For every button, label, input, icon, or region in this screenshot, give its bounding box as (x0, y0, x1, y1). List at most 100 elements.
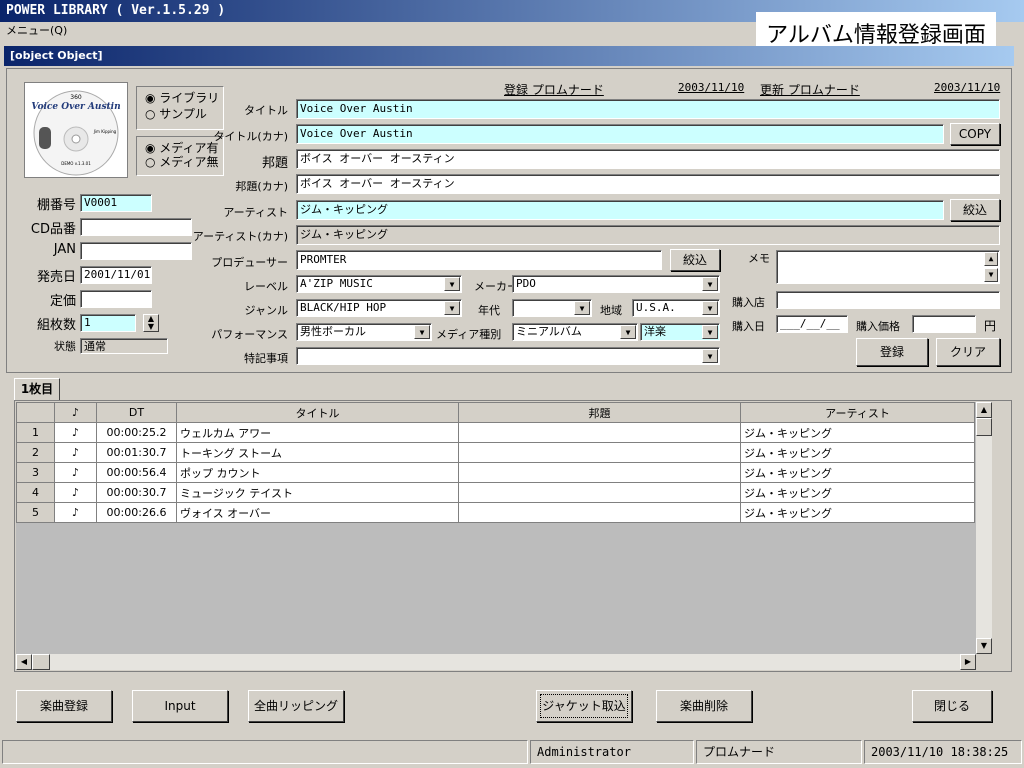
producer-narrow-button[interactable]: 絞込 (670, 249, 720, 271)
row-number: 1 (16, 422, 55, 443)
shop-label: 購入店 (732, 296, 765, 309)
chevron-down-icon[interactable]: ▼ (702, 301, 718, 315)
era-select[interactable]: ▼ (512, 299, 592, 317)
cell-jp-title (458, 482, 741, 503)
shelf-no-label: 棚番号 (36, 198, 76, 213)
disc-count-input[interactable]: 1 (80, 314, 136, 332)
status-datetime: 2003/11/10 18:38:25 (864, 740, 1022, 764)
scroll-down-icon[interactable]: ▼ (976, 638, 992, 654)
cd-no-input[interactable] (80, 218, 192, 236)
title-kana-label: タイトル(カナ) (213, 130, 288, 143)
disc-count-spinner[interactable]: ▲ ▼ (143, 314, 159, 332)
updated-date: 2003/11/10 (934, 81, 1001, 94)
shop-input[interactable] (776, 291, 1000, 309)
register-button[interactable]: 登録 (856, 338, 928, 366)
chevron-down-icon[interactable]: ▼ (444, 301, 460, 315)
jp-title-input[interactable]: ボイス オーバー オースティン (296, 149, 1000, 169)
media-type-label: メディア種別 (436, 328, 502, 341)
chevron-down-icon[interactable]: ▼ (702, 277, 718, 291)
track-grid: ♪ DT タイトル 邦題 アーティスト 1 ♪ 00:00:25.2 ウェルカム… (16, 402, 976, 656)
table-row[interactable]: 5 ♪ 00:00:26.6 ヴォイス オーバー ジム・キッピング (16, 502, 975, 523)
title-input[interactable]: Voice Over Austin (296, 99, 1000, 119)
table-row[interactable]: 2 ♪ 00:01:30.7 トーキング ストーム ジム・キッピング (16, 442, 975, 463)
title-label: タイトル (244, 104, 288, 117)
track-table-header: ♪ DT タイトル 邦題 アーティスト (16, 402, 975, 423)
producer-input[interactable]: PROMTER (296, 250, 662, 270)
cell-dt: 00:00:26.6 (96, 502, 177, 523)
scrollbar-thumb[interactable] (976, 418, 992, 436)
list-price-label: 定価 (49, 294, 76, 309)
input-button[interactable]: Input (132, 690, 228, 722)
col-header-jp-title[interactable]: 邦題 (458, 402, 741, 423)
radio-sample[interactable]: ○ サンプル (145, 107, 207, 121)
cell-artist: ジム・キッピング (740, 462, 975, 483)
vertical-scrollbar[interactable]: ▲ ▼ (976, 402, 992, 654)
list-price-input[interactable] (80, 290, 152, 308)
import-jacket-button[interactable]: ジャケット取込 (536, 690, 632, 722)
label-select[interactable]: A'ZIP MUSIC ▼ (296, 275, 462, 293)
cell-jp-title (458, 422, 741, 443)
form-title-bar: [object Object] (4, 46, 1014, 66)
svg-text:360: 360 (70, 94, 82, 101)
scroll-left-icon[interactable]: ◀ (16, 654, 32, 670)
status-panel-left (2, 740, 528, 764)
jan-input[interactable] (80, 242, 192, 260)
copy-button[interactable]: COPY (950, 123, 1000, 145)
close-button[interactable]: 閉じる (912, 690, 992, 722)
table-row[interactable]: 4 ♪ 00:00:30.7 ミュージック テイスト ジム・キッピング (16, 482, 975, 503)
chevron-down-icon[interactable]: ▼ (620, 325, 636, 339)
artist-input[interactable]: ジム・キッピング (296, 200, 944, 220)
table-row[interactable]: 1 ♪ 00:00:25.2 ウェルカム アワー ジム・キッピング (16, 422, 975, 443)
performance-select-value: 男性ボーカル (300, 325, 366, 338)
col-header-artist[interactable]: アーティスト (740, 402, 975, 423)
jp-title-label: 邦題 (261, 156, 288, 171)
rip-all-button[interactable]: 全曲リッピング (248, 690, 344, 722)
music-category-select[interactable]: 洋楽 ▼ (640, 323, 720, 341)
album-cover-image: 360 Voice Over Austin Jim Kipping DEMO v… (24, 82, 128, 178)
memo-textarea[interactable]: ▲ ▼ (776, 250, 1000, 284)
shelf-no-input[interactable]: V0001 (80, 194, 152, 212)
chevron-down-icon[interactable]: ▼ (444, 277, 460, 291)
clear-button[interactable]: クリア (936, 338, 1000, 366)
chevron-down-icon[interactable]: ▼ (702, 325, 718, 339)
artist-narrow-button[interactable]: 絞込 (950, 199, 1000, 221)
note-icon: ♪ (54, 502, 97, 523)
cell-jp-title (458, 442, 741, 463)
purchase-price-label: 購入価格 (856, 320, 900, 333)
title-kana-input[interactable]: Voice Over Austin (296, 124, 944, 144)
notes-select[interactable]: ▼ (296, 347, 720, 365)
media-type-select[interactable]: ミニアルバム ▼ (512, 323, 638, 341)
scroll-up-icon[interactable]: ▲ (976, 402, 992, 418)
chevron-down-icon[interactable]: ▼ (414, 325, 430, 339)
producer-label: プロデューサー (211, 256, 288, 269)
tab-disc-1[interactable]: 1枚目 (14, 378, 60, 400)
release-date-input[interactable]: 2001/11/01 (80, 266, 152, 284)
scroll-up-icon[interactable]: ▲ (984, 252, 998, 266)
cell-artist: ジム・キッピング (740, 442, 975, 463)
track-table: ♪ DT タイトル 邦題 アーティスト 1 ♪ 00:00:25.2 ウェルカム… (16, 402, 975, 523)
row-number: 3 (16, 462, 55, 483)
table-row[interactable]: 3 ♪ 00:00:56.4 ポップ カウント ジム・キッピング (16, 462, 975, 483)
jp-title-kana-input[interactable]: ボイス オーバー オースティン (296, 174, 1000, 194)
genre-select[interactable]: BLACK/HIP HOP ▼ (296, 299, 462, 317)
era-label: 年代 (478, 304, 500, 317)
chevron-down-icon[interactable]: ▼ (702, 349, 718, 363)
disc-count-label: 組枚数 (36, 318, 76, 333)
scrollbar-thumb-horizontal[interactable] (32, 654, 50, 670)
performance-select[interactable]: 男性ボーカル ▼ (296, 323, 432, 341)
track-register-button[interactable]: 楽曲登録 (16, 690, 112, 722)
col-header-title[interactable]: タイトル (176, 402, 459, 423)
artist-kana-field: ジム・キッピング (296, 225, 1000, 245)
horizontal-scrollbar[interactable]: ◀ ▶ (16, 654, 976, 670)
delete-track-button[interactable]: 楽曲削除 (656, 690, 752, 722)
scroll-down-icon[interactable]: ▼ (984, 268, 998, 282)
chevron-down-icon[interactable]: ▼ (574, 301, 590, 315)
cell-dt: 00:01:30.7 (96, 442, 177, 463)
cell-title: ポップ カウント (176, 462, 459, 483)
purchase-price-input[interactable] (912, 315, 976, 333)
cell-title: ヴォイス オーバー (176, 502, 459, 523)
region-select[interactable]: U.S.A. ▼ (632, 299, 720, 317)
scroll-right-icon[interactable]: ▶ (960, 654, 976, 670)
maker-select[interactable]: PDO ▼ (512, 275, 720, 293)
purchase-date-input[interactable]: ___/__/__ (776, 315, 848, 333)
